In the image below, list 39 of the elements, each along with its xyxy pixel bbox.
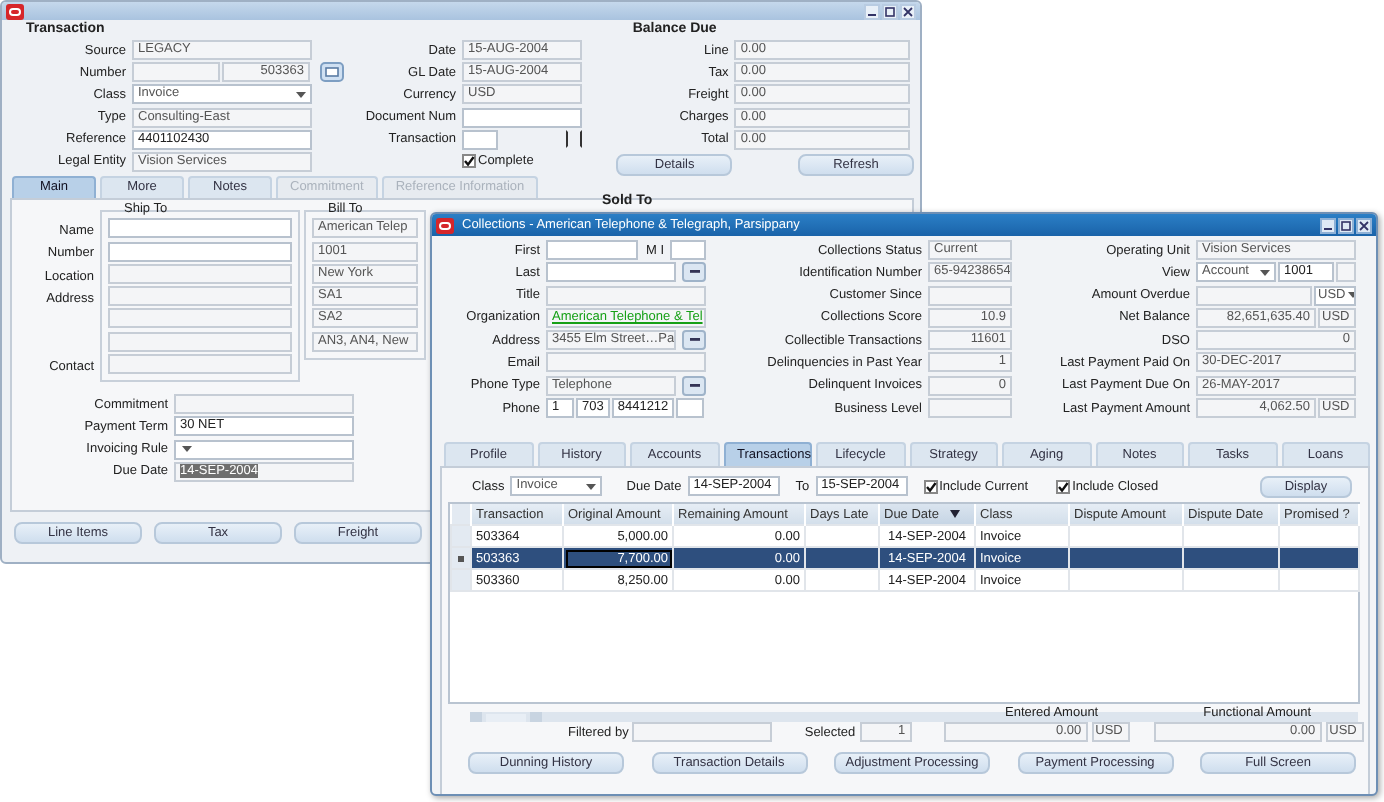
input-field[interactable] (676, 398, 705, 419)
readonly-field (928, 285, 1012, 306)
flexfield-bracket[interactable] (566, 130, 582, 149)
input-field[interactable] (108, 218, 292, 239)
lov-button[interactable] (682, 330, 706, 351)
dash-icon (689, 270, 699, 275)
sort-descending-icon (950, 509, 961, 517)
caret-icon (1347, 292, 1354, 299)
maximize-button[interactable] (1338, 217, 1354, 233)
app-icon (436, 217, 454, 233)
lov-button[interactable] (682, 262, 706, 283)
caret-icon (296, 91, 306, 98)
minimize-button[interactable] (1320, 217, 1336, 233)
checkbox[interactable] (1056, 479, 1071, 493)
row-marker-icon (458, 555, 464, 561)
minimize-button[interactable] (864, 3, 880, 19)
caret-icon (182, 446, 192, 453)
readonly-field (132, 62, 220, 83)
readonly-field (928, 398, 1012, 419)
app-icon (6, 3, 24, 19)
close-button[interactable] (1356, 217, 1372, 233)
input-field[interactable] (108, 241, 292, 262)
caret-icon (586, 483, 597, 489)
input-field[interactable] (546, 240, 638, 260)
checkbox[interactable] (923, 479, 938, 493)
dash-icon (689, 338, 699, 343)
checkbox[interactable] (462, 154, 476, 169)
readonly-field (1336, 262, 1356, 283)
input-field[interactable] (462, 107, 582, 128)
dash-icon (689, 383, 699, 388)
input-field[interactable] (546, 262, 676, 283)
maximize-button[interactable] (882, 3, 898, 19)
close-button[interactable] (900, 3, 916, 19)
readonly-field (632, 722, 773, 742)
caret-icon (1260, 269, 1270, 276)
lov-button[interactable] (682, 375, 706, 396)
input-field[interactable] (670, 240, 706, 260)
readonly-field (1196, 285, 1312, 306)
input-field[interactable] (462, 129, 498, 150)
